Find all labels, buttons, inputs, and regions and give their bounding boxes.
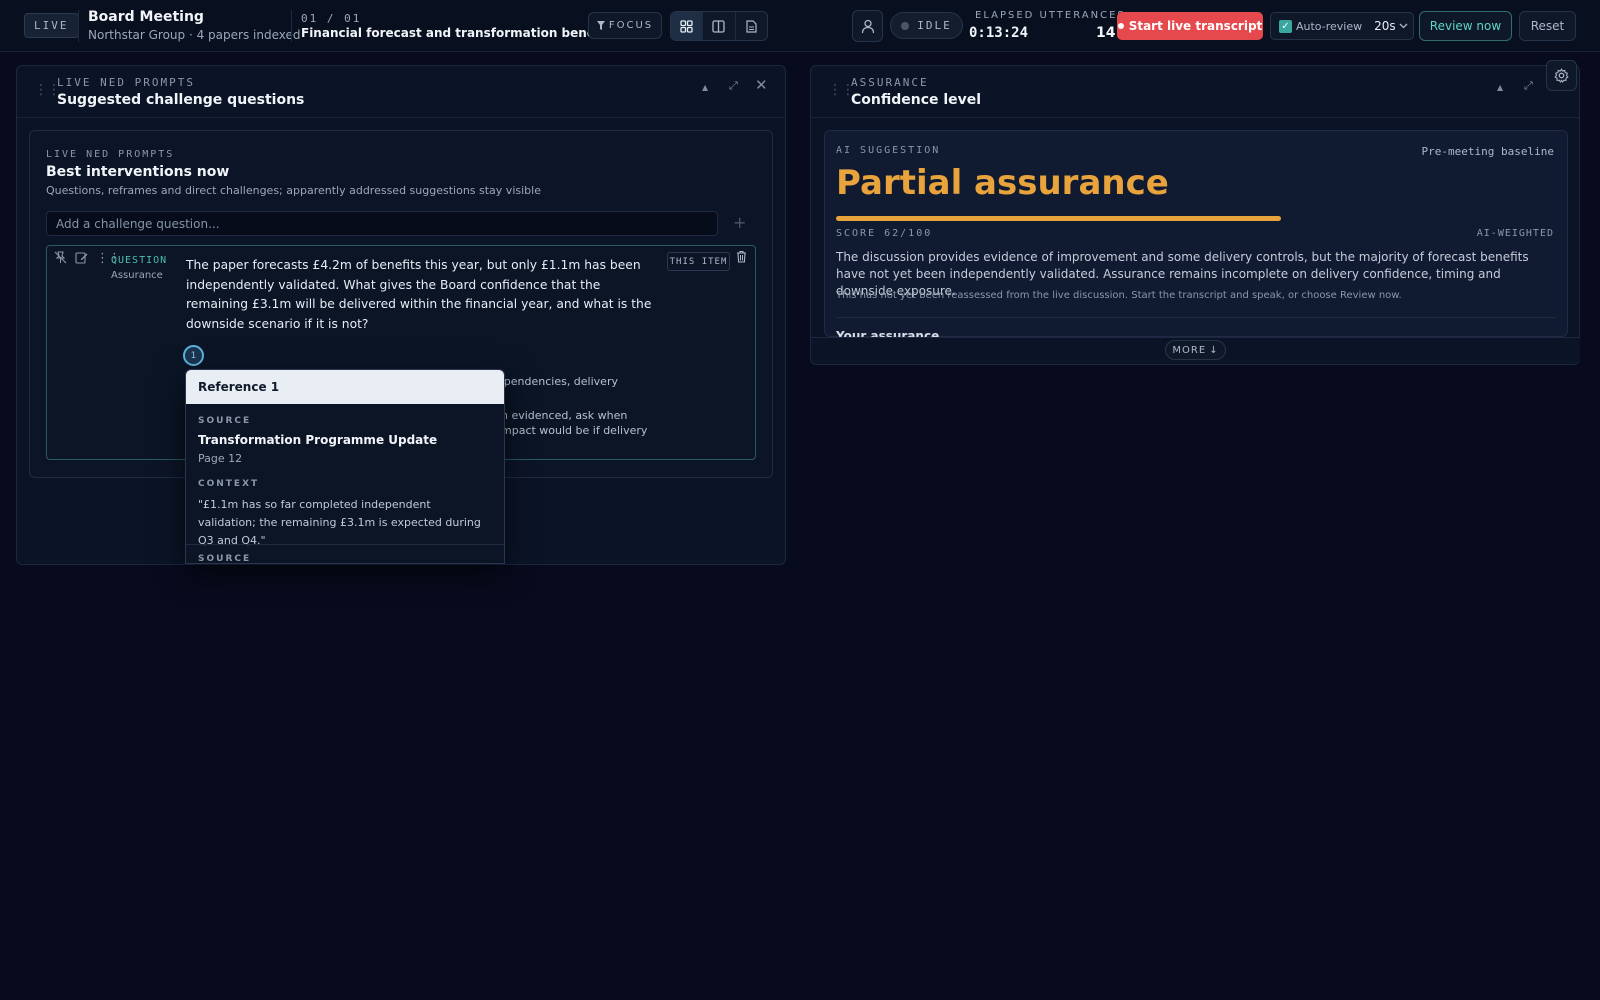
view-switcher xyxy=(670,11,768,41)
expand-icon[interactable]: ⤢ xyxy=(1524,79,1533,93)
question-text: The paper forecasts £4.2m of benefits th… xyxy=(186,258,652,331)
edit-icon[interactable] xyxy=(75,251,88,264)
collapse-icon[interactable]: ▲ xyxy=(702,83,708,92)
agenda-item-title: Financial forecast and transformation be… xyxy=(301,26,617,40)
gear-icon xyxy=(1554,68,1569,83)
panel-title: Suggested challenge questions xyxy=(57,92,305,108)
reset-button[interactable]: Reset xyxy=(1519,11,1576,41)
score-bar xyxy=(836,216,1281,221)
utterances-value: 14 xyxy=(1096,25,1116,41)
question-category: Assurance xyxy=(111,270,163,281)
review-now-button[interactable]: Review now xyxy=(1419,11,1512,41)
auto-review-control: ✓ Auto-review 20s xyxy=(1270,12,1414,40)
split-view-button[interactable] xyxy=(703,12,736,40)
collapse-icon[interactable]: ▲ xyxy=(1497,83,1503,92)
ai-suggestion-label: AI SUGGESTION xyxy=(836,145,941,156)
filter-icon xyxy=(596,21,605,30)
add-question-icon[interactable]: + xyxy=(733,213,746,232)
agenda-pager: 01 / 01 xyxy=(301,12,362,25)
baseline-label: Pre-meeting baseline xyxy=(1421,145,1554,158)
divider xyxy=(186,544,504,545)
status-dot-icon xyxy=(901,21,910,30)
assessment-level: Partial assurance xyxy=(836,163,1169,203)
question-detail-text: n evidenced, ask when xyxy=(501,409,628,422)
status-pill: IDLE xyxy=(890,12,963,39)
reference-context: "£1.1m has so far completed independent … xyxy=(198,498,481,547)
panel-title: Confidence level xyxy=(851,92,982,108)
question-type-label: QUESTION xyxy=(111,255,168,266)
interval-value: 20s xyxy=(1374,19,1396,33)
more-label: MORE xyxy=(1172,344,1207,356)
trash-icon[interactable] xyxy=(736,250,747,263)
panel-eyebrow: ASSURANCE xyxy=(851,76,929,89)
start-transcript-label: Start live transcript xyxy=(1128,19,1263,33)
focus-button[interactable]: FOCUS xyxy=(588,12,662,39)
reference-source[interactable]: Transformation Programme Update xyxy=(198,433,492,447)
document-icon xyxy=(746,19,757,33)
settings-button[interactable] xyxy=(1546,60,1577,91)
arrow-down-icon: ↓ xyxy=(1209,344,1219,356)
reference-title: Reference 1 xyxy=(186,370,504,404)
auto-review-interval-select[interactable]: 20s xyxy=(1374,19,1408,33)
grid-icon xyxy=(680,19,693,33)
panel-header: ⋮⋮ ASSURANCE Confidence level ▲ ⤢ xyxy=(811,66,1579,118)
source-label: SOURCE xyxy=(198,416,252,426)
this-item-badge[interactable]: THIS ITEM xyxy=(667,252,730,271)
divider xyxy=(836,317,1556,318)
divider xyxy=(291,10,292,42)
reference-badge[interactable]: 1 xyxy=(183,345,204,366)
ai-weighted-label: AI-WEIGHTED xyxy=(1476,228,1554,239)
auto-review-checkbox[interactable]: ✓ xyxy=(1279,19,1292,33)
score-text: SCORE 62/100 xyxy=(836,228,933,239)
challenge-question-input[interactable] xyxy=(46,211,718,236)
panel-eyebrow: LIVE NED PROMPTS xyxy=(57,76,195,89)
interventions-kicker: LIVE NED PROMPTS xyxy=(46,149,175,160)
focus-label: FOCUS xyxy=(608,20,654,31)
status-label: IDLE xyxy=(917,19,952,32)
participant-button[interactable] xyxy=(852,10,883,42)
expand-icon[interactable]: ⤢ xyxy=(729,79,738,93)
elapsed-value: 0:13:24 xyxy=(969,25,1029,41)
top-bar: LIVE Board Meeting Northstar Group · 4 p… xyxy=(0,0,1600,52)
more-button[interactable]: MORE ↓ xyxy=(1165,340,1226,360)
question-detail-text: mpact would be if delivery xyxy=(501,424,648,437)
interventions-heading: Best interventions now xyxy=(46,164,230,180)
start-live-transcript-button[interactable]: Start live transcript xyxy=(1117,12,1263,40)
document-view-button[interactable] xyxy=(736,12,767,40)
chevron-down-icon xyxy=(1399,23,1408,29)
record-dot-icon xyxy=(1117,23,1124,29)
context-label: CONTEXT xyxy=(198,479,260,489)
reference-popover: Reference 1 SOURCE Transformation Progra… xyxy=(185,369,505,564)
columns-icon xyxy=(712,19,726,33)
close-icon[interactable]: ✕ xyxy=(755,76,768,94)
reassessment-note: This has not yet been reassessed from th… xyxy=(836,290,1402,301)
unpin-icon[interactable] xyxy=(54,251,67,264)
grid-view-button[interactable] xyxy=(671,12,704,40)
ai-suggestion-card xyxy=(824,130,1568,337)
source-label: SOURCE xyxy=(198,554,252,564)
panel-header: ⋮⋮ LIVE NED PROMPTS Suggested challenge … xyxy=(17,66,785,118)
interventions-description: Questions, reframes and direct challenge… xyxy=(46,184,541,197)
meeting-subtitle: Northstar Group · 4 papers indexed xyxy=(88,28,301,42)
auto-review-label: Auto-review xyxy=(1296,19,1363,33)
question-detail-text: ependencies, delivery xyxy=(497,375,618,388)
live-badge: LIVE xyxy=(24,13,79,38)
reference-page: Page 12 xyxy=(198,452,243,465)
user-icon xyxy=(861,19,874,33)
divider xyxy=(78,10,79,42)
elapsed-utterances-label: ELAPSED UTTERANCES xyxy=(975,10,1126,21)
meeting-title: Board Meeting xyxy=(88,9,204,25)
